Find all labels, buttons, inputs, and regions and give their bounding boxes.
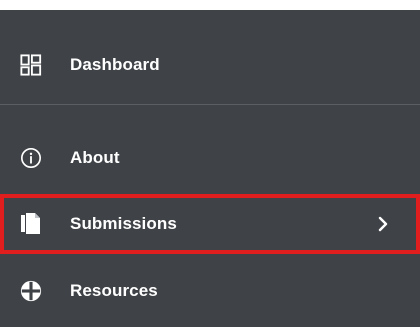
sidebar-item-label: About [70,148,120,167]
sidebar-item-label: Submissions [70,214,177,233]
dashboard-icon [20,54,42,76]
documents-icon [20,213,42,235]
sidebar-item-resources[interactable]: Resources [0,262,420,320]
globe-icon [20,280,42,302]
chevron-right-icon[interactable] [376,216,390,232]
sidebar-item-about[interactable]: About [0,129,420,187]
sidebar-item-label: Resources [70,281,158,300]
sidebar-item-dashboard[interactable]: Dashboard [0,36,420,94]
sidebar-nav: Dashboard About Submissions Resources [0,0,420,327]
sidebar-item-submissions[interactable]: Submissions [0,194,420,254]
divider [0,104,420,105]
top-strip [0,0,420,10]
info-icon [20,147,42,169]
sidebar-item-label: Dashboard [70,55,160,74]
